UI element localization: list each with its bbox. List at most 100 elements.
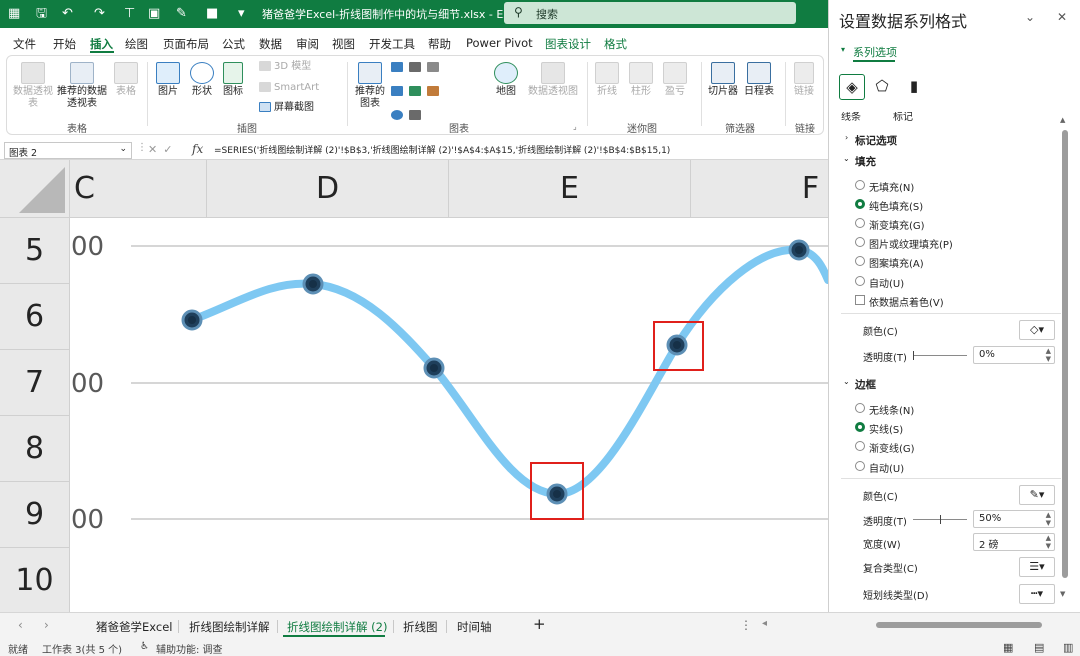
row-header-10[interactable]: 10 (0, 548, 70, 612)
column-chart-icon[interactable] (391, 62, 403, 72)
tab-help[interactable]: 帮助 (428, 36, 451, 52)
sparkline-column-button[interactable]: 柱形 (627, 62, 655, 98)
tab-developer[interactable]: 开发工具 (369, 36, 415, 52)
name-box[interactable]: 图表 2 ⌄ (4, 142, 132, 159)
undo-icon[interactable]: ↶ (62, 5, 73, 23)
column-header-f[interactable]: F (691, 160, 828, 218)
sheet-tab-active[interactable]: 折线图绘制详解 (2) (287, 619, 387, 635)
border-option[interactable]: 自动(U) (829, 457, 1065, 476)
customize-icon[interactable]: ▾ (238, 5, 245, 23)
tab-review[interactable]: 审阅 (296, 36, 319, 52)
scroll-down-icon[interactable]: ▼ (1060, 590, 1065, 598)
select-all-corner[interactable] (0, 160, 70, 218)
sheet-tab[interactable]: 猪爸爸学Excel (96, 619, 172, 635)
dialog-launcher-icon[interactable]: ⌟ (573, 122, 577, 131)
fill-option[interactable]: 图片或纹理填充(P) (829, 233, 1065, 252)
present-icon[interactable]: ⊤ (124, 5, 135, 23)
picture-button[interactable]: 图片 (153, 62, 183, 98)
tab-page-layout[interactable]: 页面布局 (163, 36, 209, 52)
data-marker[interactable] (666, 334, 688, 356)
hierarchy-chart-icon[interactable] (409, 62, 422, 72)
save-icon[interactable]: 🖫 (36, 5, 47, 23)
image-icon[interactable]: ▣ (148, 5, 160, 23)
border-transparency-input[interactable]: 50% ▲ ▼ (973, 510, 1055, 528)
fill-color-picker[interactable]: ◇▾ (1019, 320, 1055, 340)
chart-area[interactable]: 00 00 00 (71, 218, 828, 612)
collapse-icon[interactable]: ▾ (841, 45, 845, 54)
radio[interactable] (855, 218, 865, 228)
compound-type-dropdown[interactable]: ☰▾ (1019, 557, 1055, 577)
radio-selected[interactable] (855, 199, 865, 209)
tab-line[interactable]: 线条 (841, 112, 861, 122)
row-header-7[interactable]: 7 (0, 350, 70, 416)
width-input[interactable]: 2 磅 ▲ ▼ (973, 533, 1055, 551)
next-sheet-icon[interactable]: › (44, 618, 49, 632)
tab-power-pivot[interactable]: Power Pivot (466, 36, 533, 50)
3d-model-button[interactable]: 3D 模型 (259, 61, 339, 73)
status-accessibility[interactable]: 辅助功能: 调查 (156, 641, 223, 656)
smartart-button[interactable]: SmartArt (259, 82, 339, 94)
data-marker[interactable] (181, 309, 203, 331)
worksheet-grid[interactable]: C D E F 5 6 7 8 9 10 00 00 00 (0, 160, 828, 612)
fill-option[interactable]: 无填充(N) (829, 176, 1065, 195)
data-marker[interactable] (302, 273, 324, 295)
slicer-button[interactable]: 切片器 (707, 62, 739, 98)
spin-arrows-icon[interactable]: ▲ ▼ (1046, 347, 1051, 363)
pane-vertical-scrollbar[interactable] (1062, 130, 1068, 578)
series-options-tab-icon[interactable]: ▮ (901, 74, 927, 100)
close-icon[interactable]: ✕ (1057, 10, 1067, 24)
tab-formulas[interactable]: 公式 (222, 36, 245, 52)
line-chart-icon[interactable] (391, 86, 403, 96)
fill-option[interactable]: 图案填充(A) (829, 252, 1065, 271)
pen-icon[interactable]: ✎ (176, 5, 187, 23)
page-break-view-icon[interactable]: ▥ (1063, 641, 1073, 654)
link-button[interactable]: 链接 (791, 62, 817, 98)
tab-insert[interactable]: 插入 (90, 36, 113, 52)
effects-tab-icon[interactable]: ⬠ (869, 74, 895, 100)
border-option[interactable]: 实线(S) (829, 418, 1065, 437)
column-header-d[interactable]: D (207, 160, 449, 218)
border-option[interactable]: 无线条(N) (829, 399, 1065, 418)
map-button[interactable]: 地图 (491, 62, 521, 98)
horizontal-scrollbar[interactable] (876, 622, 1042, 628)
data-marker[interactable] (423, 357, 445, 379)
dash-type-dropdown[interactable]: ┅▾ (1019, 584, 1055, 604)
pie-chart-icon[interactable] (391, 110, 403, 120)
border-section[interactable]: ⌄ 边框 (829, 374, 1065, 393)
timeline-button[interactable]: 日程表 (743, 62, 775, 98)
statistic-chart-icon[interactable] (409, 86, 422, 96)
tab-format[interactable]: 格式 (604, 36, 627, 52)
radio[interactable] (855, 276, 865, 286)
shapes-button[interactable]: 形状 (187, 62, 217, 98)
sparkline-line-button[interactable]: 折线 (593, 62, 621, 98)
recommended-pivot-button[interactable]: 推荐的数据透视表 (55, 62, 109, 110)
fill-option[interactable]: 自动(U) (829, 272, 1065, 291)
chart-type-buttons[interactable] (391, 62, 491, 122)
radio[interactable] (855, 237, 865, 247)
border-transparency-slider[interactable] (913, 515, 967, 524)
fill-option[interactable]: 纯色填充(S) (829, 195, 1065, 214)
column-header-c[interactable]: C (70, 160, 207, 218)
color-icon[interactable]: ■ (206, 5, 218, 23)
row-header-9[interactable]: 9 (0, 482, 70, 548)
redo-icon[interactable]: ↷ (94, 5, 105, 23)
scatter-chart-icon[interactable] (409, 110, 422, 120)
tab-chart-design[interactable]: 图表设计 (545, 36, 591, 52)
border-option[interactable]: 渐变线(G) (829, 437, 1065, 456)
waterfall-chart-icon[interactable] (427, 62, 440, 72)
table-button[interactable]: 表格 (111, 62, 141, 98)
checkbox[interactable] (855, 295, 865, 305)
row-header-8[interactable]: 8 (0, 416, 70, 482)
spin-arrows-icon[interactable]: ▲ ▼ (1046, 534, 1051, 550)
normal-view-icon[interactable]: ▦ (1003, 641, 1013, 654)
tab-data[interactable]: 数据 (259, 36, 282, 52)
tab-draw[interactable]: 绘图 (125, 36, 148, 52)
marker-options-section[interactable]: › 标记选项 (829, 130, 1065, 149)
recommended-charts-button[interactable]: 推荐的图表 (353, 62, 387, 110)
scroll-left-icon[interactable]: ◂ (762, 618, 767, 629)
vary-colors-option[interactable]: 依数据点着色(V) (829, 291, 1065, 310)
radio[interactable] (855, 403, 865, 413)
row-header-5[interactable]: 5 (0, 218, 70, 284)
more-sheets-icon[interactable]: ⋮ (740, 618, 752, 632)
tab-marker[interactable]: 标记 (893, 112, 913, 122)
